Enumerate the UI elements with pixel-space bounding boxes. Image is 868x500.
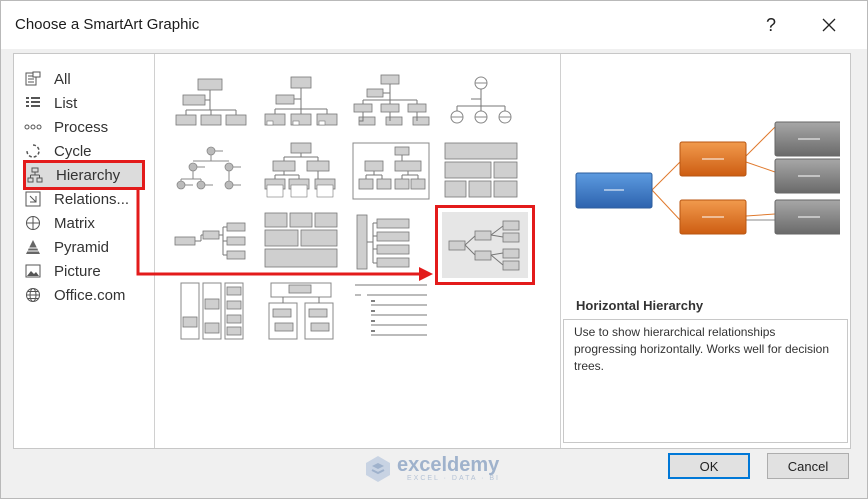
category-hierarchy[interactable]: Hierarchy (23, 160, 145, 190)
category-label: Relations... (54, 190, 130, 208)
category-pyramid[interactable]: Pyramid (24, 235, 144, 259)
pyramid-icon (24, 238, 42, 256)
layout-name-title-org-chart[interactable] (258, 68, 344, 134)
layout-thumbnail (444, 142, 518, 198)
watermark-tagline: EXCEL · DATA · BI (407, 475, 500, 482)
layout-thumbnail (264, 142, 336, 198)
matrix-icon (24, 214, 42, 232)
layout-architecture[interactable] (438, 138, 524, 204)
category-all[interactable]: All (24, 67, 144, 91)
category-label: List (54, 94, 78, 112)
category-label: Cycle (54, 142, 92, 160)
category-list: All List Process Cycle Hierarchy Relatio… (14, 54, 155, 448)
layout-hierarchy[interactable] (168, 138, 254, 204)
layout-thumbnail (356, 214, 410, 270)
close-icon (822, 18, 836, 32)
category-relationship[interactable]: Relations... (24, 187, 144, 211)
layout-gallery (155, 54, 561, 448)
category-label: Picture (54, 262, 101, 280)
layout-thumbnail (264, 212, 338, 268)
layout-circle-picture-hierarchy[interactable] (438, 68, 524, 134)
layout-hierarchy-list[interactable] (258, 208, 344, 274)
process-icon (24, 118, 42, 136)
preview-title: Horizontal Hierarchy (576, 298, 704, 313)
help-button[interactable]: ? (753, 9, 789, 41)
category-label: Process (54, 118, 109, 136)
layout-thumbnail (175, 78, 247, 126)
category-process[interactable]: Process (24, 115, 144, 139)
layout-thumbnail (353, 74, 430, 126)
picture-icon (24, 262, 42, 280)
layout-half-circle-org-chart[interactable] (348, 68, 434, 134)
layout-thumbnail (268, 282, 334, 340)
layout-thumbnail (174, 222, 246, 260)
preview-description: Use to show hierarchical relationships p… (563, 319, 848, 443)
layout-thumbnail (180, 282, 244, 340)
hierarchy-icon (26, 166, 44, 184)
watermark: exceldemy EXCEL · DATA · BI (363, 452, 513, 486)
category-label: Matrix (54, 214, 95, 232)
layout-lined-list-text[interactable] (348, 278, 434, 344)
title-bar: Choose a SmartArt Graphic ? (1, 1, 867, 49)
layout-table-hierarchy[interactable] (348, 138, 434, 204)
dialog-body: All List Process Cycle Hierarchy Relatio… (13, 53, 851, 449)
layout-table-hierarchy-vertical[interactable] (168, 278, 254, 344)
layout-horizontal-org-chart[interactable] (168, 208, 254, 274)
preview-pane: Horizontal Hierarchy Use to show hierarc… (561, 54, 850, 448)
relationship-icon (24, 190, 42, 208)
close-button[interactable] (811, 9, 847, 41)
globe-icon (24, 286, 42, 304)
exceldemy-logo-icon (366, 456, 390, 482)
watermark-name: exceldemy (397, 454, 500, 476)
layout-hierarchy-boxes[interactable] (258, 278, 344, 344)
layout-thumbnail (450, 76, 512, 124)
preview-diagram (575, 121, 840, 235)
layout-thumbnail (264, 76, 338, 126)
all-icon (24, 70, 42, 88)
layout-thumbnail (176, 146, 241, 190)
layout-thumbnail (352, 142, 430, 200)
layout-org-chart[interactable] (168, 68, 254, 134)
layout-thumbnail (448, 220, 520, 271)
category-label: Pyramid (54, 238, 110, 256)
category-matrix[interactable]: Matrix (24, 211, 144, 235)
category-picture[interactable]: Picture (24, 259, 144, 283)
cycle-icon (24, 142, 42, 160)
category-cycle[interactable]: Cycle (24, 139, 144, 163)
category-label: All (54, 70, 71, 88)
layout-lined-list[interactable] (348, 208, 434, 274)
ok-button[interactable]: OK (668, 453, 750, 479)
smartart-dialog: Choose a SmartArt Graphic ? All List Pro… (0, 0, 868, 499)
list-icon (24, 94, 42, 112)
layout-thumbnail (355, 284, 427, 336)
category-label: Office.com (54, 286, 126, 304)
category-list-item[interactable]: List (24, 91, 144, 115)
cancel-button[interactable]: Cancel (767, 453, 849, 479)
layout-horizontal-hierarchy[interactable] (435, 205, 535, 285)
layout-labeled-hierarchy[interactable] (258, 138, 344, 204)
category-label: Hierarchy (56, 166, 121, 184)
category-office-com[interactable]: Office.com (24, 283, 144, 307)
dialog-title: Choose a SmartArt Graphic (15, 16, 200, 33)
